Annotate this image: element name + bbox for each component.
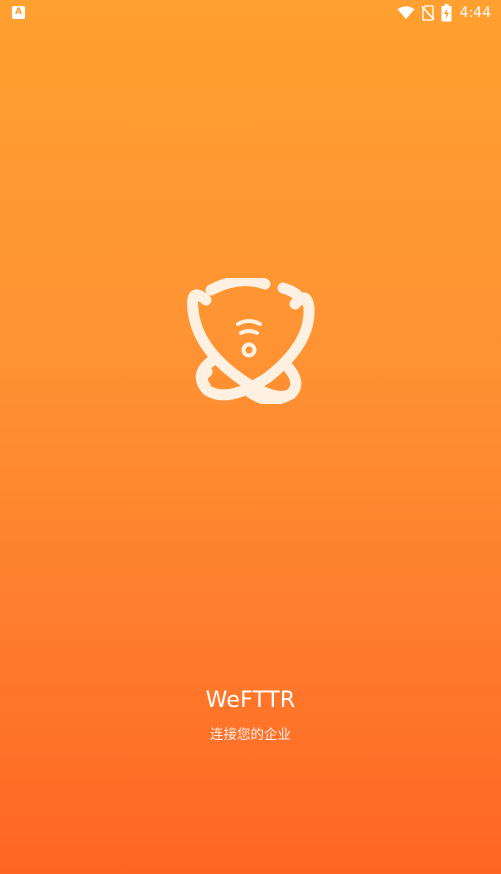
status-time: 4:44 (459, 5, 491, 21)
app-name: WeFTTR (205, 688, 296, 713)
battery-charging-icon (441, 4, 452, 22)
status-icons: 4:44 (391, 3, 491, 23)
notification-app-icon: A (12, 6, 25, 19)
no-sim-icon (420, 5, 435, 21)
status-bar: A 4:44 (0, 0, 501, 26)
atom-wifi-logo-icon (187, 275, 315, 406)
app-tagline: 连接您的企业 (210, 727, 291, 743)
wifi-icon (397, 6, 415, 20)
notification-icon-label: A (15, 7, 22, 17)
app-logo (185, 275, 315, 406)
